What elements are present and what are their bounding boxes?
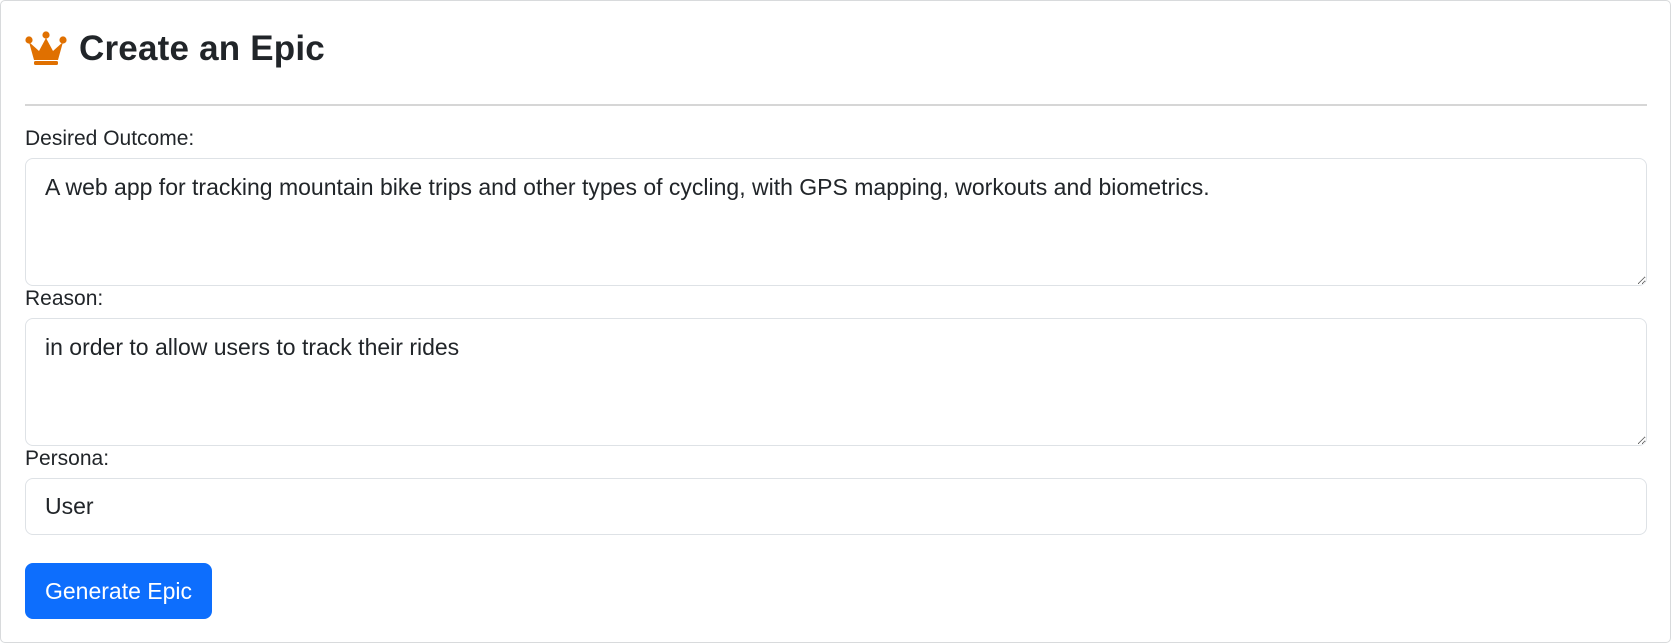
reason-textarea[interactable]: in order to allow users to track their r… <box>25 318 1647 446</box>
desired-outcome-textarea[interactable]: A web app for tracking mountain bike tri… <box>25 158 1647 286</box>
header-divider <box>25 104 1647 106</box>
page-header: Create an Epic <box>25 25 325 73</box>
reason-label: Reason: <box>25 287 104 310</box>
persona-input[interactable] <box>25 478 1647 535</box>
persona-label: Persona: <box>25 447 110 470</box>
desired-outcome-label: Desired Outcome: <box>25 127 195 150</box>
generate-epic-button[interactable]: Generate Epic <box>25 563 213 619</box>
crown-icon <box>25 31 67 65</box>
create-epic-card: Create an Epic Desired Outcome: A web ap… <box>0 0 1671 643</box>
page-title: Create an Epic <box>79 29 325 68</box>
